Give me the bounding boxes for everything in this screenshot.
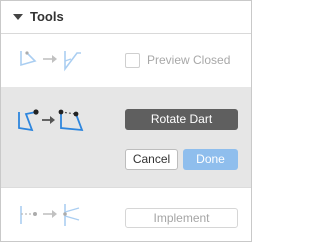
tool-row-implement: Implement [1, 187, 251, 242]
rotate-dart-icon [18, 109, 84, 132]
panel-title: Tools [30, 9, 64, 24]
cancel-button[interactable]: Cancel [125, 149, 178, 170]
done-button[interactable]: Done [183, 149, 238, 170]
implement-button[interactable]: Implement [125, 208, 238, 228]
implement-dart-icon [20, 204, 80, 226]
rotate-dart-button[interactable]: Rotate Dart [125, 109, 238, 130]
tools-panel: Tools Preview Closed Rotate Dart Cancel … [0, 0, 252, 242]
preview-closed-checkbox[interactable] [125, 53, 140, 68]
preview-closed-label[interactable]: Preview Closed [147, 53, 230, 67]
tool-row-rotate-dart: Rotate Dart Cancel Done [1, 87, 251, 187]
chevron-down-icon[interactable] [13, 14, 23, 20]
tool-row-preview-closed: Preview Closed [1, 34, 251, 87]
close-dart-icon [20, 51, 81, 72]
tools-panel-header[interactable]: Tools [1, 1, 251, 34]
